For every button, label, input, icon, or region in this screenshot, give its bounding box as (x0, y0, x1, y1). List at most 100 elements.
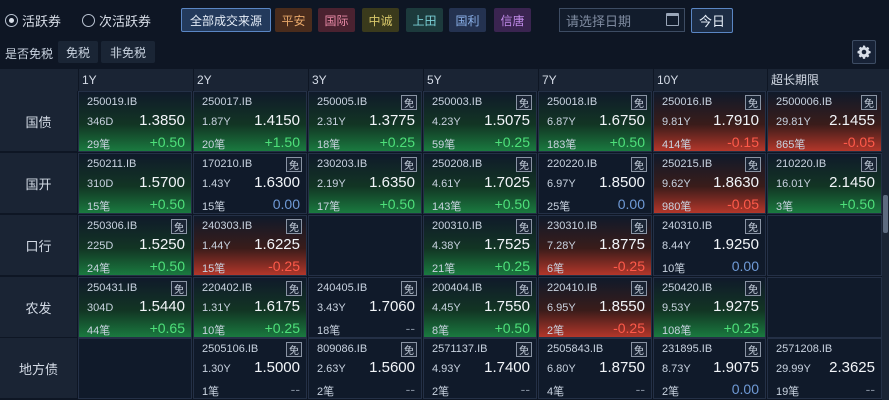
source-chip[interactable]: 国利 (449, 8, 486, 32)
remaining-term: 2.63Y (317, 363, 346, 375)
source-chip[interactable]: 国际 (318, 8, 355, 32)
remaining-term: 7.28Y (547, 240, 576, 252)
vertical-scrollbar[interactable] (882, 69, 889, 400)
quote-cell[interactable]: 250306.IB 免 225D 1.5250 24笔 +0.50 (78, 215, 192, 276)
remaining-term: 6.87Y (547, 116, 576, 128)
bond-code: 250211.IB (87, 158, 137, 170)
quote-cell[interactable]: 2505106.IB 免 1.30Y 1.5000 1笔 -- (193, 338, 307, 399)
column-header[interactable]: 7Y (538, 69, 652, 91)
column-header[interactable]: 2Y (193, 69, 307, 91)
remaining-term: 2.31Y (317, 116, 346, 128)
quote-cell[interactable]: 250019.IB 346D 1.3850 29笔 +0.50 (78, 91, 192, 152)
quote-cell[interactable]: 250003.IB 免 4.23Y 1.5075 59笔 +0.25 (423, 91, 537, 152)
tax-free-badge: 免 (516, 95, 532, 110)
bond-code: 220402.IB (202, 282, 253, 294)
tax-nonfree-option[interactable]: 非免税 (101, 41, 155, 63)
today-button[interactable]: 今日 (691, 8, 733, 33)
source-chip[interactable]: 平安 (275, 8, 312, 32)
source-chip[interactable]: 上田 (406, 8, 443, 32)
yield-change: +0.50 (609, 134, 645, 150)
date-picker-input[interactable]: 请选择日期 (559, 8, 685, 32)
quote-cell[interactable]: 2571137.IB 免 4.93Y 1.7400 2笔 -- (423, 338, 537, 399)
tax-filter-row: 是否免税 免税 非免税 (0, 40, 889, 64)
trade-count: 3笔 (776, 201, 794, 213)
quote-cell[interactable]: 240303.IB 免 1.44Y 1.6225 15笔 -0.25 (193, 215, 307, 276)
column-header[interactable]: 超长期限 (767, 69, 882, 91)
quote-cell[interactable]: 220402.IB 免 1.31Y 1.6175 10笔 +0.25 (193, 277, 307, 338)
yield-value: 1.6175 (254, 298, 300, 315)
tax-free-badge: 免 (745, 219, 761, 234)
quote-cell[interactable]: 200310.IB 免 4.38Y 1.7525 21笔 +0.25 (423, 215, 537, 276)
quote-cell[interactable]: 809086.IB 免 2.63Y 1.5600 2笔 -- (308, 338, 422, 399)
yield-value: 1.3775 (369, 112, 415, 129)
remaining-term: 1.31Y (202, 302, 231, 314)
quote-cell[interactable]: 230203.IB 免 2.19Y 1.6350 17笔 +0.50 (308, 153, 422, 214)
remaining-term: 3.43Y (317, 302, 346, 314)
bond-code: 250005.IB (317, 96, 368, 108)
quote-cell[interactable]: 220220.IB 免 6.97Y 1.8500 25笔 0.00 (538, 153, 652, 214)
remaining-term: 9.62Y (662, 178, 691, 190)
settings-button[interactable] (852, 40, 876, 64)
bond-code: 170210.IB (202, 158, 253, 170)
radio-secondary-label: 次活跃券 (99, 13, 152, 29)
tax-free-badge: 免 (631, 281, 647, 296)
quote-cell[interactable]: 230310.IB 免 7.28Y 1.8775 6笔 -0.25 (538, 215, 652, 276)
remaining-term: 4.45Y (432, 302, 461, 314)
quote-cell[interactable]: 170210.IB 免 1.43Y 1.6300 15笔 0.00 (193, 153, 307, 214)
column-header[interactable]: 10Y (653, 69, 766, 91)
quote-cell[interactable]: 240405.IB 免 3.43Y 1.7060 18笔 -- (308, 277, 422, 338)
yield-change: +0.50 (149, 258, 185, 274)
remaining-term: 2.19Y (317, 178, 346, 190)
quote-cell[interactable]: 250018.IB 免 6.87Y 1.6750 183笔 +0.50 (538, 91, 652, 152)
yield-change: +0.50 (379, 196, 415, 212)
bond-code: 2500006.IB (776, 96, 833, 108)
yield-value: 1.7910 (713, 112, 759, 129)
yield-value: 1.6225 (254, 236, 300, 253)
column-header[interactable]: 3Y (308, 69, 422, 91)
yield-change: +0.50 (149, 134, 185, 150)
quote-cell[interactable]: 200404.IB 免 4.45Y 1.7550 8笔 +0.50 (423, 277, 537, 338)
trade-count: 20笔 (202, 139, 226, 151)
column-header[interactable]: 5Y (423, 69, 537, 91)
source-all-button[interactable]: 全部成交来源 (181, 8, 271, 32)
row-header: 农发 (0, 277, 77, 338)
trade-count: 414笔 (662, 139, 692, 151)
quote-cell[interactable]: 210220.IB 免 16.01Y 2.1450 3笔 +0.50 (767, 153, 882, 214)
radio-secondary-bonds[interactable]: 次活跃券 (82, 11, 151, 29)
yield-change: -- (405, 381, 415, 397)
trade-count: 44笔 (87, 325, 111, 337)
quote-cell[interactable]: 250017.IB 1.87Y 1.4150 20笔 +1.50 (193, 91, 307, 152)
row-header: 国债 (0, 91, 77, 152)
quote-cell[interactable]: 240310.IB 免 8.44Y 1.9250 10笔 0.00 (653, 215, 766, 276)
bond-code: 220410.IB (547, 282, 598, 294)
scrollbar-thumb[interactable] (883, 195, 888, 233)
quote-cell[interactable]: 2571208.IB 29.99Y 2.3625 19笔 -- (767, 338, 882, 399)
quote-cell[interactable]: 250215.IB 免 9.62Y 1.8630 980笔 -0.05 (653, 153, 766, 214)
quote-cell[interactable]: 2500006.IB 免 29.81Y 2.1455 865笔 -0.05 (767, 91, 882, 152)
quote-cell[interactable]: 250208.IB 免 4.61Y 1.7025 143笔 +0.50 (423, 153, 537, 214)
quote-cell[interactable]: 2505843.IB 免 6.80Y 1.8750 4笔 -- (538, 338, 652, 399)
quote-cell[interactable]: 250431.IB 免 304D 1.5440 44笔 +0.65 (78, 277, 192, 338)
yield-change: -0.05 (843, 134, 875, 150)
bond-code: 231895.IB (662, 343, 713, 355)
tax-free-option[interactable]: 免税 (58, 41, 98, 63)
trade-count: 15笔 (87, 201, 111, 213)
yield-value: 2.1455 (829, 112, 875, 129)
quote-cell[interactable]: 220410.IB 免 6.95Y 1.8550 2笔 -0.25 (538, 277, 652, 338)
bond-code: 809086.IB (317, 343, 368, 355)
remaining-term: 1.87Y (202, 116, 231, 128)
tax-free-badge: 免 (516, 219, 532, 234)
yield-value: 1.7525 (484, 236, 530, 253)
source-chip[interactable]: 信唐 (494, 8, 531, 32)
radio-active-bonds[interactable]: 活跃券 (5, 11, 61, 29)
source-chip[interactable]: 中诚 (362, 8, 399, 32)
quote-cell[interactable]: 250005.IB 免 2.31Y 1.3775 18笔 +0.25 (308, 91, 422, 152)
bond-code: 200310.IB (432, 220, 483, 232)
column-header[interactable]: 1Y (78, 69, 192, 91)
yield-change: +0.25 (264, 320, 300, 336)
quote-cell[interactable]: 250211.IB 310D 1.5700 15笔 +0.50 (78, 153, 192, 214)
quote-cell[interactable]: 250016.IB 免 9.81Y 1.7910 414笔 -0.15 (653, 91, 766, 152)
trade-count: 2笔 (432, 386, 450, 398)
quote-cell[interactable]: 231895.IB 免 8.73Y 1.9075 2笔 0.00 (653, 338, 766, 399)
quote-cell[interactable]: 250420.IB 免 9.53Y 1.9275 108笔 +0.25 (653, 277, 766, 338)
